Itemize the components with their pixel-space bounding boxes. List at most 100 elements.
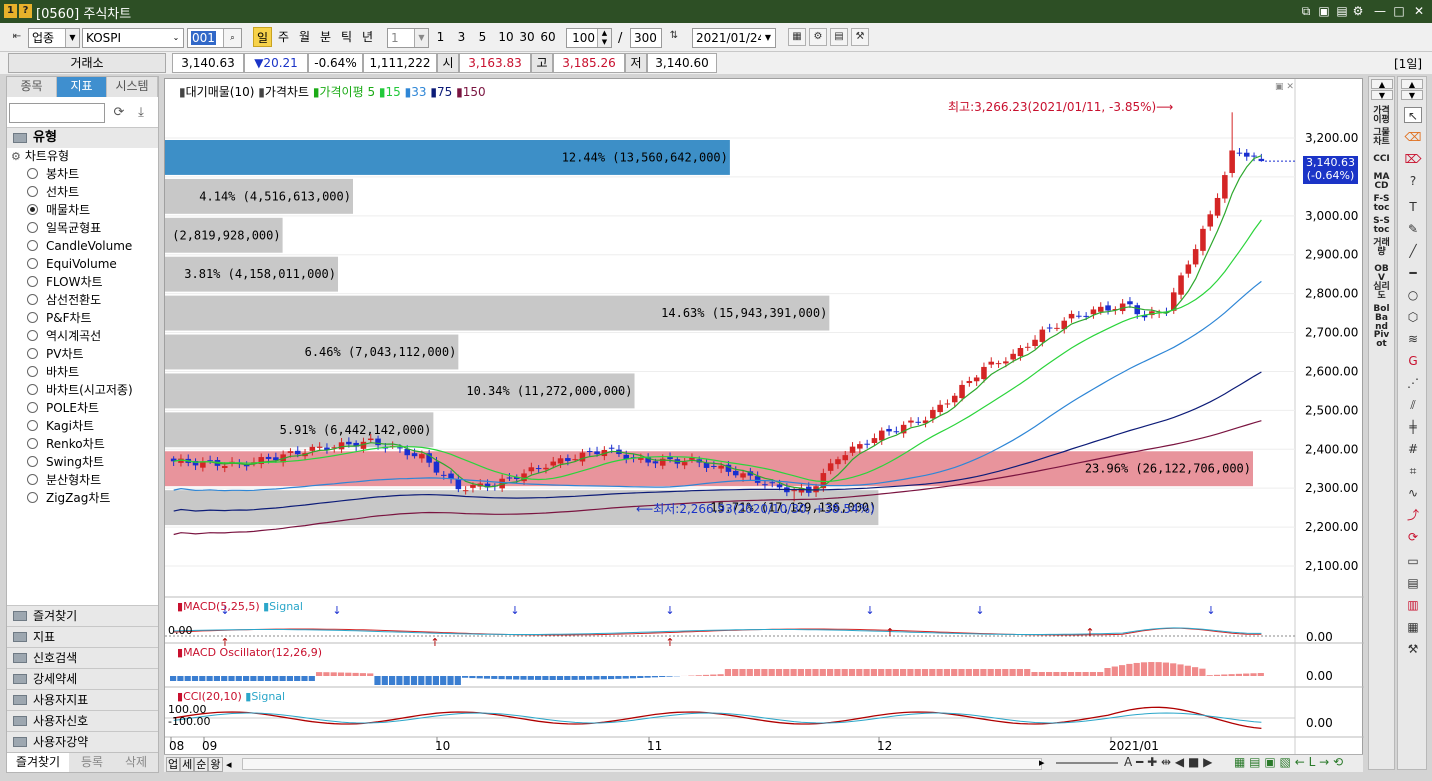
zoom-out-icon[interactable]: ━ (1136, 755, 1143, 769)
candle-body[interactable] (1032, 339, 1038, 347)
candle-body[interactable] (681, 462, 688, 466)
prev-icon[interactable]: ◀ (1175, 755, 1184, 769)
maximize-icon[interactable]: □ (1391, 3, 1407, 19)
horizontal-line-icon[interactable]: ━ (1404, 265, 1422, 281)
type-header[interactable]: 유형 (7, 127, 158, 148)
tools-icon[interactable]: ⚒ (851, 28, 869, 46)
footer-tab-delete[interactable]: 삭제 (115, 753, 157, 772)
tab-items[interactable]: 종목 (7, 77, 57, 97)
rectangle-tool-icon[interactable]: ⬡ (1404, 309, 1422, 325)
candle-body[interactable] (397, 447, 403, 449)
candle-body[interactable] (689, 457, 695, 460)
indicator-quick-1[interactable]: 그물차트 (1369, 129, 1394, 147)
chart-area[interactable]: 3,200.003,100.003,000.002,900.002,800.00… (164, 78, 1364, 770)
radio-icon[interactable] (27, 438, 38, 449)
candle-body[interactable] (265, 456, 272, 459)
arrow-left-icon[interactable]: ← (1295, 755, 1305, 769)
bottom-tab-1[interactable]: 업 (166, 757, 181, 772)
period-minute[interactable]: 분 (316, 27, 335, 47)
legend-volume-profile[interactable]: 대기매물(10) (186, 85, 255, 99)
radio-icon[interactable] (27, 222, 38, 233)
candle-body[interactable] (462, 490, 469, 492)
candle-body[interactable] (1258, 158, 1265, 162)
candle-body[interactable] (1207, 214, 1214, 227)
candle-body[interactable] (776, 484, 783, 488)
candle-body[interactable] (871, 438, 878, 443)
zoom-slider[interactable] (1056, 762, 1118, 764)
total-count-input[interactable]: 300 (630, 28, 662, 48)
candle-body[interactable] (762, 484, 768, 486)
code-input[interactable]: 001 ⌕ (187, 28, 242, 48)
chevron-down-icon[interactable]: ▼ (414, 29, 428, 47)
candle-body[interactable] (1017, 348, 1024, 357)
radio-icon[interactable] (27, 258, 38, 269)
bar-chart-icon[interactable]: ▥ (1404, 597, 1422, 613)
line-icon[interactable]: L (1309, 755, 1316, 769)
auto-trend-icon[interactable]: ⤴ (1404, 507, 1422, 523)
save-icon[interactable]: ▤ (1249, 755, 1260, 769)
radio-icon[interactable] (27, 186, 38, 197)
candle-body[interactable] (1090, 309, 1097, 315)
text-tool-icon[interactable]: T (1404, 199, 1422, 215)
candle-body[interactable] (367, 438, 374, 441)
section-1[interactable]: 지표 (7, 626, 158, 647)
candle-body[interactable] (769, 482, 776, 484)
candle-body[interactable] (528, 467, 535, 472)
candle-body[interactable] (455, 479, 462, 490)
candle-body[interactable] (1178, 275, 1184, 295)
candle-body[interactable] (557, 458, 564, 464)
candle-body[interactable] (973, 377, 980, 382)
candle-body[interactable] (608, 447, 615, 449)
period-month[interactable]: 월 (295, 27, 314, 47)
document-icon[interactable]: ▤ (1404, 575, 1422, 591)
chart-type-item[interactable]: ZigZag차트 (27, 489, 110, 507)
chart-type-item[interactable]: Swing차트 (27, 453, 104, 471)
candle-body[interactable] (652, 461, 659, 464)
legend-price-chart[interactable]: 가격차트 (265, 85, 309, 99)
period-year[interactable]: 년 (358, 27, 377, 47)
candle-body[interactable] (1068, 313, 1075, 319)
footer-tab-register[interactable]: 등록 (71, 753, 113, 772)
radio-icon[interactable] (27, 366, 38, 377)
help-badge[interactable]: ? (19, 4, 32, 18)
candle-body[interactable] (309, 446, 316, 451)
candle-body[interactable] (835, 459, 841, 465)
candle-body[interactable] (287, 451, 294, 453)
scroll-up-icon[interactable]: ▲ (1371, 79, 1393, 89)
spinner-icon[interactable]: ▲ ▼ (597, 29, 611, 47)
excel-icon[interactable]: ▦ (1234, 755, 1245, 769)
chart-type-item[interactable]: EquiVolume (27, 255, 117, 273)
candle-body[interactable] (857, 444, 863, 449)
settings-icon[interactable]: ⚙ (1350, 3, 1366, 19)
candle-body[interactable] (878, 430, 885, 441)
chart-type-item[interactable]: 삼선전환도 (27, 291, 101, 309)
radio-icon[interactable] (27, 312, 38, 323)
candle-body[interactable] (1214, 197, 1221, 216)
candle-body[interactable] (221, 465, 228, 469)
scroll-left-icon[interactable]: ◂ (226, 758, 232, 771)
tools-scroll-down-icon[interactable]: ▼ (1401, 90, 1423, 100)
candle-body[interactable] (535, 468, 542, 470)
candle-body[interactable] (375, 438, 381, 446)
chart-type-item[interactable]: 분산형차트 (27, 471, 101, 489)
indicator-quick-7[interactable]: OBV (1369, 265, 1394, 283)
candle-body[interactable] (1024, 346, 1031, 348)
section-5[interactable]: 사용자신호 (7, 710, 158, 731)
grid-icon[interactable]: ▣ (1264, 755, 1275, 769)
candle-body[interactable] (294, 450, 301, 455)
candle-body[interactable] (718, 465, 724, 469)
radio-icon[interactable] (27, 348, 38, 359)
candle-body[interactable] (1039, 329, 1046, 342)
candle-body[interactable] (1170, 292, 1177, 311)
display-count-input[interactable]: 100 ▲ ▼ (566, 28, 612, 48)
indicator-quick-8[interactable]: 심리도 (1369, 283, 1394, 301)
tab-system[interactable]: 시스템 (107, 77, 158, 97)
chart-type-item[interactable]: Kagi차트 (27, 417, 94, 435)
candle-body[interactable] (440, 474, 447, 476)
gann-icon[interactable]: G (1404, 353, 1422, 369)
radio-icon[interactable] (27, 456, 38, 467)
candle-body[interactable] (930, 409, 936, 419)
gear-icon[interactable]: ⚙ (809, 28, 827, 46)
candle-body[interactable] (937, 404, 943, 413)
indicator-quick-3[interactable]: MACD (1369, 173, 1394, 191)
